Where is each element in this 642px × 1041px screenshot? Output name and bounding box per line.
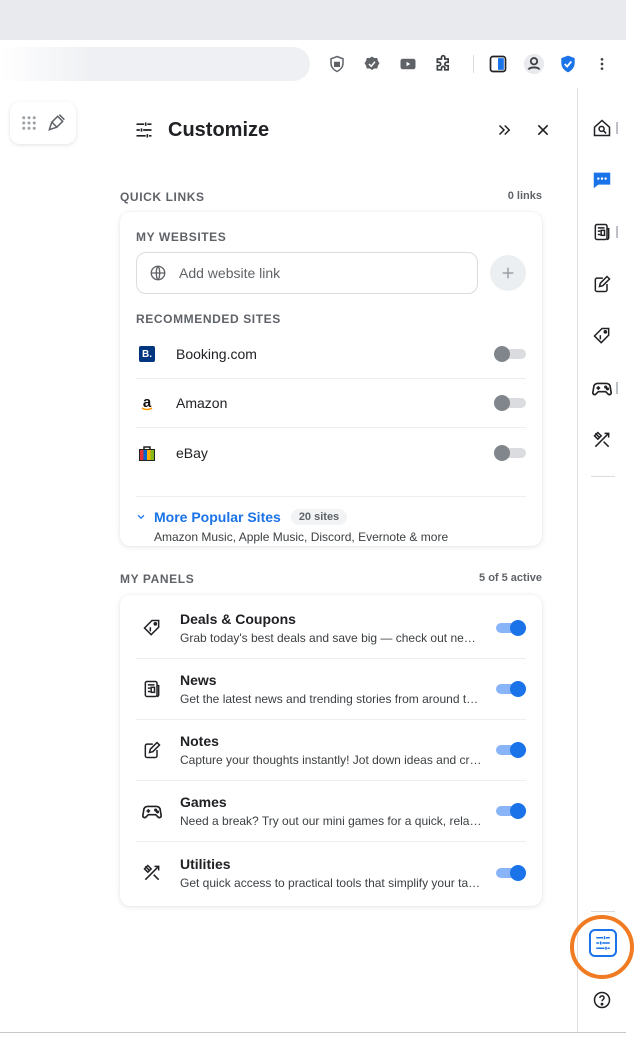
- sliders-icon: [132, 118, 156, 142]
- panel-title-games: Games: [180, 794, 227, 810]
- sidebar-icon[interactable]: [486, 52, 510, 76]
- customize-panel: Customize QUICK LINKS 0 links MY WEBSITE…: [104, 88, 577, 1033]
- add-website-button[interactable]: [490, 255, 526, 291]
- site-row-booking: B. Booking.com: [136, 330, 526, 379]
- close-icon[interactable]: [531, 118, 555, 142]
- plus-icon: [502, 267, 514, 279]
- panel-toggle-utilities[interactable]: [494, 864, 526, 881]
- booking-logo-text: B.: [139, 346, 155, 362]
- panel-desc-deals: Grab today's best deals and save big — c…: [180, 631, 482, 645]
- search-home-icon[interactable]: [590, 116, 614, 140]
- chat-icon[interactable]: [590, 168, 614, 192]
- collapse-icon[interactable]: [492, 118, 516, 142]
- profile-icon[interactable]: [522, 52, 546, 76]
- browser-chrome: [0, 0, 626, 88]
- more-popular-sites[interactable]: More Popular Sites 20 sites Amazon Music…: [136, 496, 526, 544]
- panel-title-notes: Notes: [180, 733, 219, 749]
- panel-toggle-games[interactable]: [494, 803, 526, 819]
- news-icon[interactable]: [590, 220, 614, 244]
- address-bar[interactable]: [0, 47, 310, 81]
- quick-links-count: 0 links: [507, 190, 542, 202]
- page-mini-toolbar: [10, 102, 76, 144]
- side-rail: [577, 88, 626, 1033]
- rail-indicator: [616, 226, 618, 238]
- shield-check-icon[interactable]: [360, 52, 384, 76]
- panel-row-news: News Get the latest news and trending st…: [136, 659, 526, 720]
- site-name: Amazon: [176, 395, 228, 411]
- gamepad-icon[interactable]: [590, 376, 614, 400]
- recommended-sites-label: RECOMMENDED SITES: [136, 312, 281, 326]
- site-row-ebay: eBay: [136, 428, 526, 477]
- panel-toggle-deals[interactable]: [494, 620, 526, 636]
- browser-titlebar: [0, 0, 626, 40]
- site-toggle-booking[interactable]: [494, 346, 526, 362]
- my-panels-card: Deals & Coupons Grab today's best deals …: [120, 595, 542, 906]
- quick-links-label: QUICK LINKS: [120, 190, 205, 204]
- panel-row-utilities: Utilities Get quick access to practical …: [136, 842, 526, 903]
- panel-row-deals: Deals & Coupons Grab today's best deals …: [136, 598, 526, 659]
- panel-row-notes: Notes Capture your thoughts instantly! J…: [136, 720, 526, 781]
- globe-icon: [149, 264, 167, 282]
- my-panels-count: 5 of 5 active: [479, 572, 542, 584]
- panel-toggle-notes[interactable]: [494, 742, 526, 758]
- site-toggle-amazon[interactable]: [494, 395, 526, 411]
- panel-desc-notes: Capture your thoughts instantly! Jot dow…: [180, 753, 482, 767]
- booking-logo-icon: B.: [136, 343, 158, 365]
- chevron-down-icon: [136, 512, 146, 522]
- panel-toggle-news[interactable]: [494, 681, 526, 697]
- youtube-icon[interactable]: [396, 52, 420, 76]
- panel-desc-utilities: Get quick access to practical tools that…: [180, 875, 482, 890]
- tag-icon[interactable]: [590, 324, 614, 348]
- browser-toolbar: [0, 40, 626, 88]
- quick-links-card: MY WEBSITES RECOMMENDED SITES B. Booking…: [120, 212, 542, 546]
- panel-header: Customize: [104, 112, 577, 148]
- highlight-ring: [570, 915, 634, 979]
- panel-row-games: Games Need a break? Try out our mini gam…: [136, 781, 526, 842]
- tag-icon: [140, 616, 164, 640]
- security-shield-icon[interactable]: [556, 52, 580, 76]
- newspaper-icon: [140, 677, 164, 701]
- notes-icon[interactable]: [590, 272, 614, 296]
- toolbar-divider: [473, 55, 474, 73]
- panel-title-deals: Deals & Coupons: [180, 611, 296, 627]
- sites-count-badge: 20 sites: [290, 509, 348, 525]
- rail-divider: [591, 911, 615, 912]
- apps-grid-icon[interactable]: [20, 114, 38, 132]
- add-website-input[interactable]: [179, 265, 459, 281]
- extensions-icon[interactable]: [432, 52, 456, 76]
- panel-desc-news: Get the latest news and trending stories…: [180, 692, 482, 706]
- gamepad-icon: [140, 799, 164, 823]
- more-vert-icon[interactable]: [590, 52, 614, 76]
- site-name: eBay: [176, 444, 208, 461]
- panel-title: Customize: [168, 119, 270, 141]
- shield-lock-icon[interactable]: [325, 52, 349, 76]
- rail-indicator: [616, 122, 618, 134]
- site-toggle-ebay[interactable]: [494, 444, 526, 461]
- rail-indicator: [616, 382, 618, 394]
- panel-title-news: News: [180, 672, 217, 688]
- tools-icon[interactable]: [590, 428, 614, 452]
- site-name: Booking.com: [176, 346, 257, 362]
- brush-icon[interactable]: [46, 113, 66, 133]
- tools-icon: [140, 861, 164, 885]
- panel-desc-games: Need a break? Try out our mini games for…: [180, 814, 482, 828]
- panel-title-utilities: Utilities: [180, 855, 231, 872]
- more-sites-description: Amazon Music, Apple Music, Discord, Ever…: [154, 530, 449, 544]
- more-popular-sites-link[interactable]: More Popular Sites: [154, 509, 281, 525]
- window-border: [0, 1032, 626, 1033]
- amazon-logo-icon: a: [136, 392, 158, 414]
- ebay-bag-icon: [136, 442, 158, 464]
- add-website-field[interactable]: [136, 252, 478, 294]
- my-websites-label: MY WEBSITES: [136, 230, 227, 244]
- rail-divider: [591, 476, 615, 477]
- site-row-amazon: a Amazon: [136, 379, 526, 428]
- my-panels-label: MY PANELS: [120, 572, 195, 586]
- notes-icon: [140, 738, 164, 762]
- help-icon[interactable]: [590, 988, 614, 1012]
- page-background: [0, 88, 104, 1033]
